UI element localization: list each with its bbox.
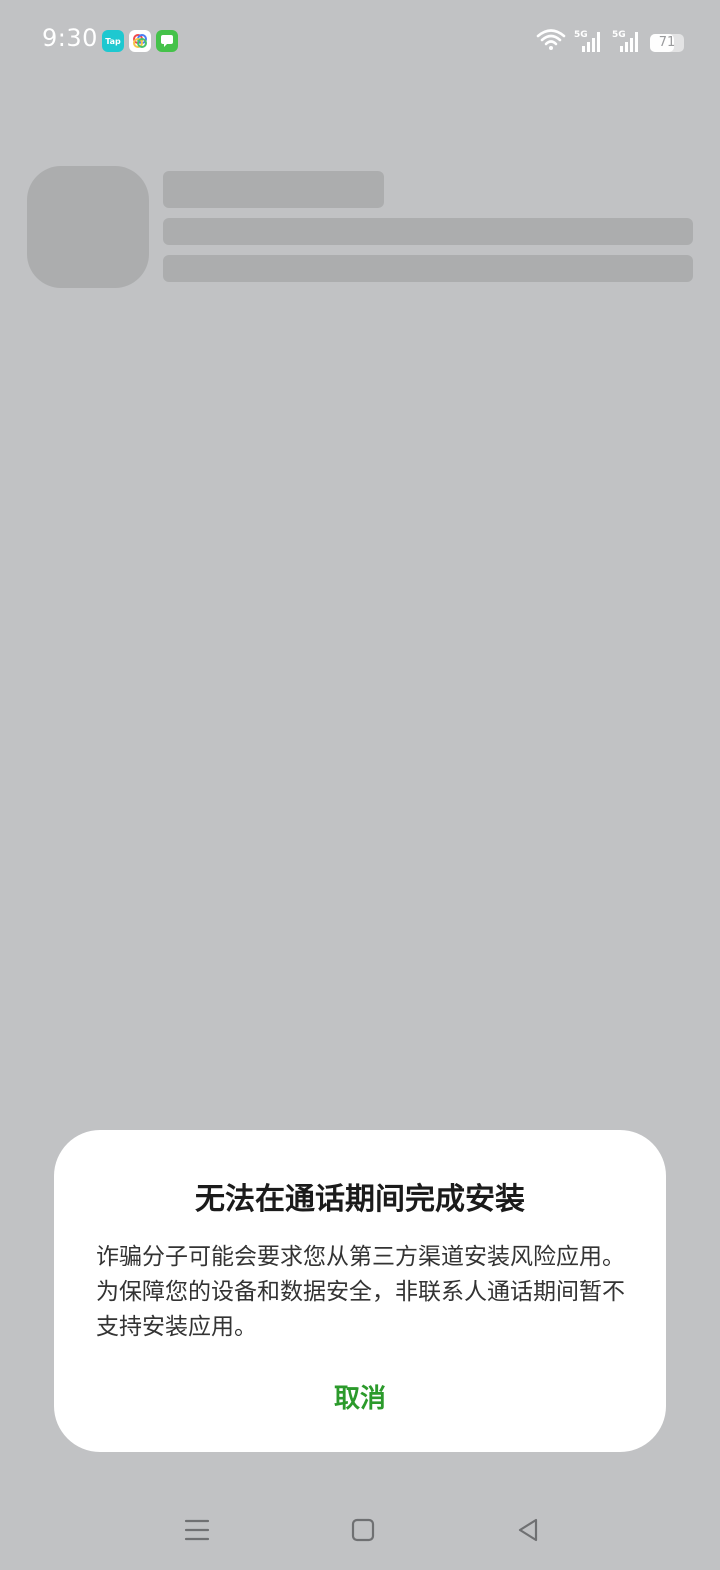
- skeleton-title-line: [163, 171, 384, 208]
- dialog-message: 诈骗分子可能会要求您从第三方渠道安装风险应用。为保障您的设备和数据安全，非联系人…: [96, 1244, 625, 1340]
- notification-icons: Tap: [102, 30, 178, 52]
- photos-app-icon: [129, 30, 151, 52]
- signal-icon-sim2: 5G: [612, 30, 642, 54]
- skeleton-app-icon: [27, 166, 149, 288]
- skeleton-text-line: [163, 255, 693, 282]
- tap-app-icon-label: Tap: [105, 36, 121, 46]
- signal-icon-sim1: 5G: [574, 30, 604, 54]
- status-bar: 9:30 Tap 5G 5G 71: [0, 0, 720, 82]
- skeleton-text-line: [163, 218, 693, 245]
- back-icon[interactable]: [508, 1512, 548, 1548]
- home-icon[interactable]: [343, 1512, 383, 1548]
- install-blocked-dialog: 无法在通话期间完成安装 诈骗分子可能会要求您从第三方渠道安装风险应用。为保障您的…: [54, 1130, 666, 1452]
- battery-level-text: 71: [658, 35, 676, 50]
- status-time: 9:30: [42, 24, 98, 52]
- dialog-title: 无法在通话期间完成安装: [195, 1182, 525, 1217]
- cancel-button[interactable]: 取消: [54, 1378, 666, 1415]
- wifi-icon: [536, 28, 566, 54]
- system-status-icons: 5G 5G 71: [536, 28, 684, 54]
- tap-app-icon: Tap: [102, 30, 124, 52]
- battery-icon: 71: [650, 34, 684, 52]
- messages-app-icon: [156, 30, 178, 52]
- menu-icon[interactable]: [177, 1512, 217, 1548]
